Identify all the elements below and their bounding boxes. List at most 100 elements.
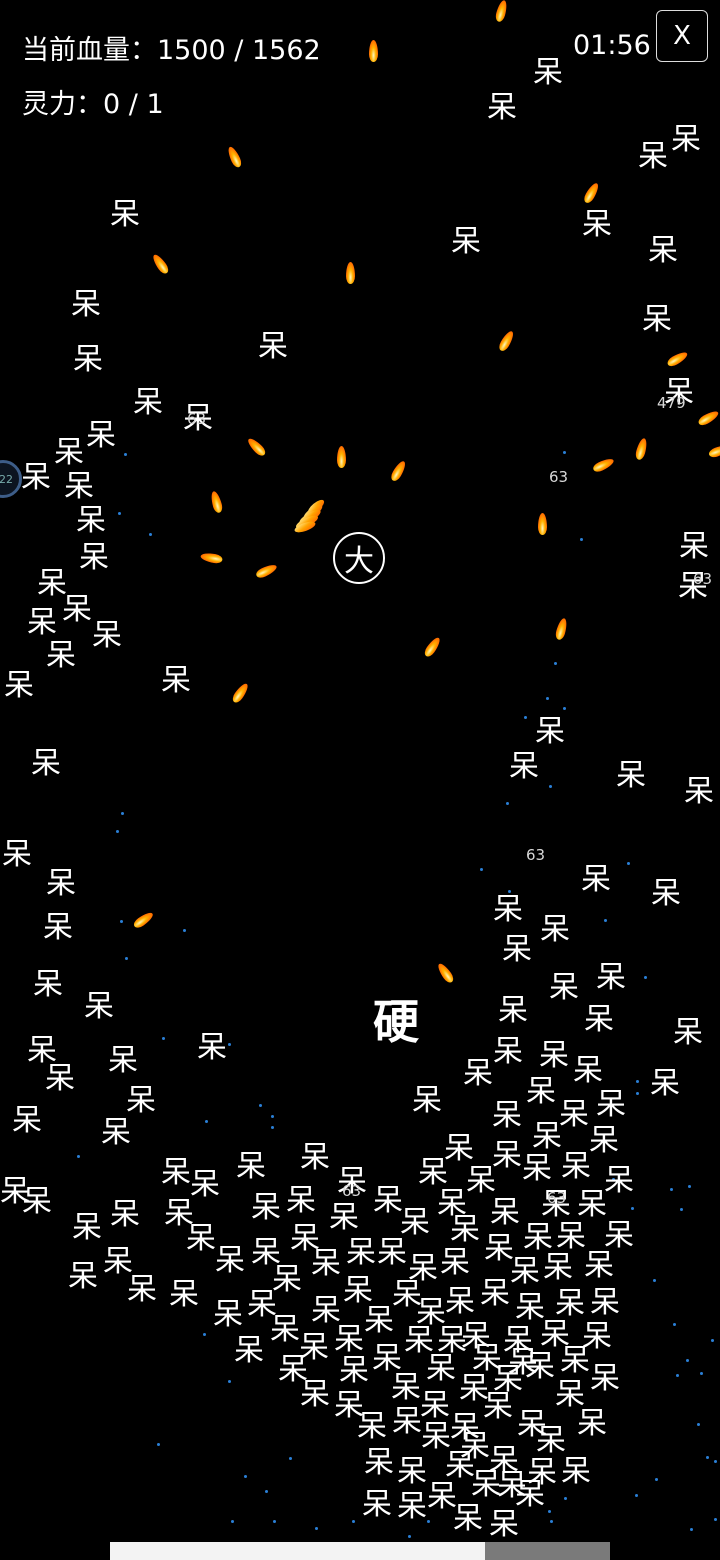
enemy-glyph: 呆: [584, 1248, 614, 1283]
exp-orb: [228, 1380, 231, 1383]
damage-number: 63: [187, 410, 207, 428]
fire-projectile: [665, 349, 690, 369]
exp-orb: [563, 707, 566, 710]
enemy-glyph: 呆: [161, 663, 191, 698]
fire-projectile: [337, 446, 346, 468]
enemy-glyph: 呆: [236, 1149, 266, 1184]
enemy-glyph: 呆: [110, 197, 140, 232]
exp-orb: [680, 1208, 683, 1211]
enemy-glyph: 呆: [54, 435, 84, 470]
damage-number: 479: [657, 394, 686, 412]
exp-orb: [124, 453, 127, 456]
spirit-readout: 灵力：0 / 1: [22, 89, 164, 120]
exp-orb: [563, 451, 566, 454]
wave-progress-fill: [110, 1542, 485, 1560]
timer: 01:56: [573, 30, 651, 61]
enemy-glyph: 呆: [526, 1074, 556, 1109]
exp-orb: [118, 512, 121, 515]
enemy-glyph: 呆: [31, 746, 61, 781]
enemy-glyph: 呆: [445, 1284, 475, 1319]
enemy-glyph: 呆: [364, 1445, 394, 1480]
enemy-glyph: 呆: [72, 1210, 102, 1245]
exp-orb: [265, 1490, 268, 1493]
enemy-glyph: 呆: [671, 122, 701, 157]
ally-level: 22: [0, 472, 13, 486]
enemy-glyph: 呆: [46, 866, 76, 901]
enemy-glyph: 呆: [22, 1184, 52, 1219]
enemy-glyph: 呆: [412, 1083, 442, 1118]
enemy-glyph: 呆: [215, 1243, 245, 1278]
fire-projectile: [497, 329, 516, 353]
fire-projectile: [199, 551, 224, 565]
enemy-glyph: 呆: [560, 1343, 590, 1378]
enemy-glyph: 呆: [300, 1377, 330, 1412]
enemy-glyph: 呆: [673, 1015, 703, 1050]
fire-projectile: [494, 0, 509, 23]
exp-orb: [554, 662, 557, 665]
enemy-glyph: 呆: [127, 1272, 157, 1307]
exp-orb: [653, 1279, 656, 1282]
enemy-glyph: 呆: [426, 1351, 456, 1386]
enemy-glyph: 呆: [466, 1163, 496, 1198]
fire-projectile: [591, 456, 616, 474]
exp-orb: [564, 1497, 567, 1500]
close-button[interactable]: X: [656, 10, 708, 62]
enemy-glyph: 呆: [492, 1098, 522, 1133]
exp-orb: [125, 957, 128, 960]
enemy-glyph: 呆: [126, 1083, 156, 1118]
enemy-glyph: 呆: [577, 1187, 607, 1222]
enemy-glyph: 呆: [27, 605, 57, 640]
exp-orb: [714, 1518, 717, 1521]
enemy-glyph: 呆: [4, 668, 34, 703]
enemy-glyph: 呆: [577, 1406, 607, 1441]
exp-orb: [524, 716, 527, 719]
exp-orb: [655, 1478, 658, 1481]
fire-projectile: [346, 262, 355, 284]
enemy-glyph: 呆: [311, 1246, 341, 1281]
exp-orb: [231, 1520, 234, 1523]
enemy-glyph: 呆: [584, 1002, 614, 1037]
enemy-glyph: 呆: [573, 1053, 603, 1088]
enemy-glyph: 呆: [648, 233, 678, 268]
enemy-glyph: 呆: [582, 207, 612, 242]
enemy-glyph: 呆: [510, 1254, 540, 1289]
enemy-glyph: 呆: [604, 1218, 634, 1253]
enemy-glyph: 呆: [329, 1200, 359, 1235]
enemy-glyph: 呆: [161, 1155, 191, 1190]
exp-orb: [635, 1494, 638, 1497]
fan-projectile-cluster: [294, 499, 325, 533]
exp-orb: [636, 1092, 639, 1095]
fire-projectile: [538, 513, 547, 535]
exp-orb: [271, 1115, 274, 1118]
enemy-glyph: 呆: [79, 540, 109, 575]
exp-orb: [673, 1323, 676, 1326]
enemy-glyph: 呆: [604, 1163, 634, 1198]
enemy-glyph: 呆: [444, 1131, 474, 1166]
enemy-glyph: 呆: [589, 1123, 619, 1158]
enemy-glyph: 呆: [21, 460, 51, 495]
enemy-glyph: 呆: [556, 1219, 586, 1254]
player-glyph: 大: [344, 544, 374, 579]
enemy-glyph: 呆: [590, 1285, 620, 1320]
enemy-glyph: 呆: [33, 967, 63, 1002]
enemy-glyph: 呆: [234, 1333, 264, 1368]
exp-orb: [162, 1037, 165, 1040]
exp-orb: [244, 1475, 247, 1478]
enemy-glyph: 呆: [523, 1220, 553, 1255]
enemy-glyph: 呆: [490, 1195, 520, 1230]
exp-orb: [644, 976, 647, 979]
hp-readout: 当前血量：1500 / 1562: [22, 35, 321, 66]
enemy-glyph: 呆: [418, 1155, 448, 1190]
enemy-glyph: 呆: [169, 1277, 199, 1312]
exp-orb: [714, 1460, 717, 1463]
exp-orb: [546, 697, 549, 700]
exp-orb: [228, 1043, 231, 1046]
fire-projectile: [634, 437, 649, 461]
enemy-glyph: 呆: [651, 876, 681, 911]
enemy-glyph: 呆: [357, 1409, 387, 1444]
exp-orb: [121, 812, 124, 815]
exp-orb: [686, 1359, 689, 1362]
enemy-glyph: 呆: [343, 1273, 373, 1308]
fire-projectile: [582, 181, 601, 205]
exp-orb: [157, 1443, 160, 1446]
